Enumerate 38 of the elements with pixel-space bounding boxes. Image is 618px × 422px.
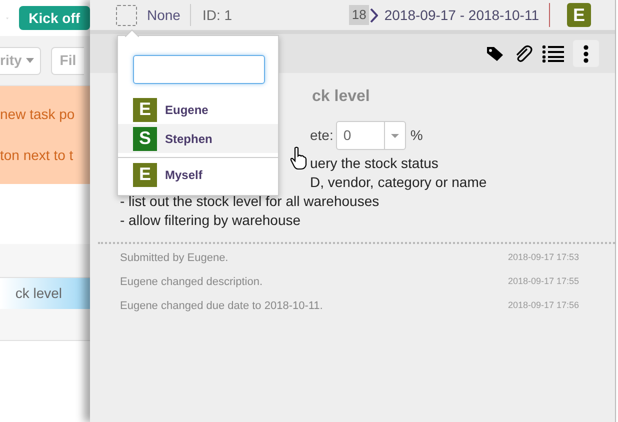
assignee-option[interactable]: E Myself xyxy=(118,160,278,189)
description-line: - list out the stock level for all warehouses xyxy=(120,192,380,211)
description-line: uery the stock status xyxy=(310,154,440,173)
avatar: E xyxy=(133,162,157,186)
search-field[interactable] xyxy=(133,55,265,84)
activity-time: 2018-09-17 17:56 xyxy=(508,299,579,312)
caret-icon xyxy=(391,134,400,138)
assignee-option[interactable]: S Stephen xyxy=(118,124,278,153)
sprint-badge: 18 xyxy=(348,5,370,25)
date-range: 2018-09-17 - 2018-10-11 xyxy=(384,6,539,24)
assignee-checkbox[interactable] xyxy=(116,4,137,26)
description-line: D, vendor, category or name xyxy=(310,173,488,192)
percent-field[interactable]: 0 xyxy=(336,121,406,150)
percent-label: ete: xyxy=(310,126,334,145)
activity-time: 2018-09-17 17:55 xyxy=(508,275,579,288)
assignee-option[interactable]: E Eugene xyxy=(118,95,278,124)
hand-cursor-icon xyxy=(290,146,307,170)
list-item[interactable]: ck level xyxy=(0,278,90,309)
description-line: - allow filtering by warehouse xyxy=(120,211,302,230)
note-text: ton next to t xyxy=(0,146,74,165)
activity-text: Eugene changed due date to 2018-10-11. xyxy=(120,298,323,314)
activity-time: 2018-09-17 17:53 xyxy=(508,251,579,264)
avatar: E xyxy=(133,98,157,122)
task-id: ID: 1 xyxy=(202,6,232,24)
percent-unit: % xyxy=(410,126,423,145)
kick-off-button[interactable]: Kick off xyxy=(18,6,90,30)
assignee-label[interactable]: None xyxy=(147,4,180,26)
list-icon[interactable] xyxy=(542,44,564,62)
chevron-icon xyxy=(370,8,378,22)
more-menu-button[interactable] xyxy=(573,40,599,67)
tag-icon[interactable] xyxy=(486,46,504,62)
avatar: S xyxy=(133,126,157,150)
note-text: new task po xyxy=(0,105,76,124)
owner-avatar[interactable]: E xyxy=(567,3,591,27)
activity-text: Eugene changed description. xyxy=(120,274,262,290)
task-title: ck level xyxy=(312,87,371,107)
kebab-icon xyxy=(583,44,589,62)
activity-text: Submitted by Eugene. xyxy=(120,250,228,266)
